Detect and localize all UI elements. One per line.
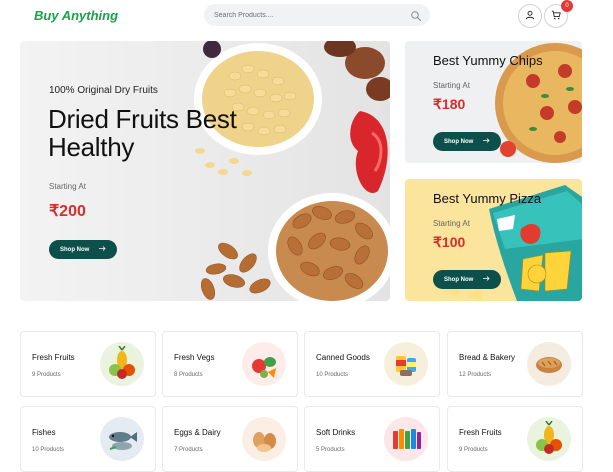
- category-name: Fresh Fruits: [459, 428, 502, 437]
- category-name: Fresh Fruits: [32, 353, 75, 362]
- canned-goods-icon: [384, 342, 428, 386]
- promo-banner-chips: Best Yummy Chips Starting At ₹180 Shop N…: [405, 41, 582, 163]
- chips-title: Best Yummy Chips: [433, 53, 543, 68]
- search-input[interactable]: [214, 8, 404, 22]
- site-logo[interactable]: Buy Anything: [34, 8, 118, 23]
- user-icon: [525, 7, 535, 25]
- shop-now-label: Shop Now: [444, 138, 474, 145]
- promo-banner-pizza: Best Yummy Pizza Starting At ₹100 Shop N…: [405, 179, 582, 301]
- category-name: Fishes: [32, 428, 56, 437]
- shop-now-label: Shop Now: [60, 246, 90, 253]
- hero-banner-dry-fruits: 100% Original Dry Fruits Dried Fruits Be…: [20, 41, 390, 301]
- category-count: 10 Products: [32, 447, 65, 453]
- dry-fruits-illustration: [194, 41, 390, 301]
- vegetables-icon: [242, 342, 286, 386]
- category-count: 12 Products: [459, 372, 492, 378]
- category-name: Bread & Bakery: [459, 353, 516, 362]
- bread-icon: [527, 342, 571, 386]
- hero-price: ₹200: [49, 203, 86, 220]
- eggs-icon: [242, 417, 286, 461]
- category-card-bread-bakery[interactable]: Bread & Bakery 12 Products: [447, 331, 583, 397]
- category-card-fresh-fruits[interactable]: Fresh Fruits 9 Products: [20, 331, 156, 397]
- fish-icon: [100, 417, 144, 461]
- chips-starting-label: Starting At: [433, 81, 470, 90]
- category-count: 9 Products: [32, 372, 61, 378]
- pizza-price: ₹100: [433, 234, 466, 250]
- category-card-fresh-vegs[interactable]: Fresh Vegs 8 Products: [162, 331, 298, 397]
- pizza-title: Best Yummy Pizza: [433, 191, 542, 206]
- category-name: Soft Drinks: [316, 428, 356, 437]
- hero-eyebrow: 100% Original Dry Fruits: [49, 85, 158, 96]
- pizza-shop-now-button[interactable]: Shop Now: [433, 270, 502, 289]
- arrow-right-icon: [483, 138, 490, 145]
- category-card-fresh-fruits-2[interactable]: Fresh Fruits 9 Products: [447, 406, 583, 472]
- category-count: 5 Products: [316, 447, 345, 453]
- hero-title-line1: Dried Fruits Best: [48, 104, 237, 134]
- chips-shop-now-button[interactable]: Shop Now: [433, 132, 502, 151]
- search-icon[interactable]: [410, 9, 422, 22]
- search-bar: [204, 4, 430, 26]
- category-count: 10 Products: [316, 372, 349, 378]
- hero-starting-label: Starting At: [49, 182, 86, 191]
- arrow-right-icon: [483, 276, 490, 283]
- soft-drinks-icon: [384, 417, 428, 461]
- site-header: Buy Anything 0: [0, 0, 613, 32]
- category-card-fishes[interactable]: Fishes 10 Products: [20, 406, 156, 472]
- category-count: 9 Products: [459, 447, 488, 453]
- category-name: Fresh Vegs: [174, 353, 215, 362]
- pizza-starting-label: Starting At: [433, 219, 470, 228]
- cart-icon: [551, 7, 561, 25]
- fruits-icon: [527, 417, 571, 461]
- cart-count-badge: 0: [561, 0, 573, 12]
- category-count: 8 Products: [174, 372, 203, 378]
- category-count: 7 Products: [174, 447, 203, 453]
- hero-shop-now-button[interactable]: Shop Now: [49, 240, 118, 259]
- account-button[interactable]: [518, 4, 542, 28]
- category-card-canned-goods[interactable]: Canned Goods 10 Products: [304, 331, 440, 397]
- hero-title-line2: Healthy: [48, 132, 135, 162]
- shop-now-label: Shop Now: [444, 276, 474, 283]
- category-card-soft-drinks[interactable]: Soft Drinks 5 Products: [304, 406, 440, 472]
- chips-price: ₹180: [433, 96, 466, 112]
- arrow-right-icon: [99, 246, 106, 253]
- category-name: Canned Goods: [316, 353, 370, 362]
- fruits-icon: [100, 342, 144, 386]
- category-card-eggs-dairy[interactable]: Eggs & Dairy 7 Products: [162, 406, 298, 472]
- cart-button[interactable]: 0: [544, 0, 573, 28]
- category-name: Eggs & Dairy: [174, 428, 221, 437]
